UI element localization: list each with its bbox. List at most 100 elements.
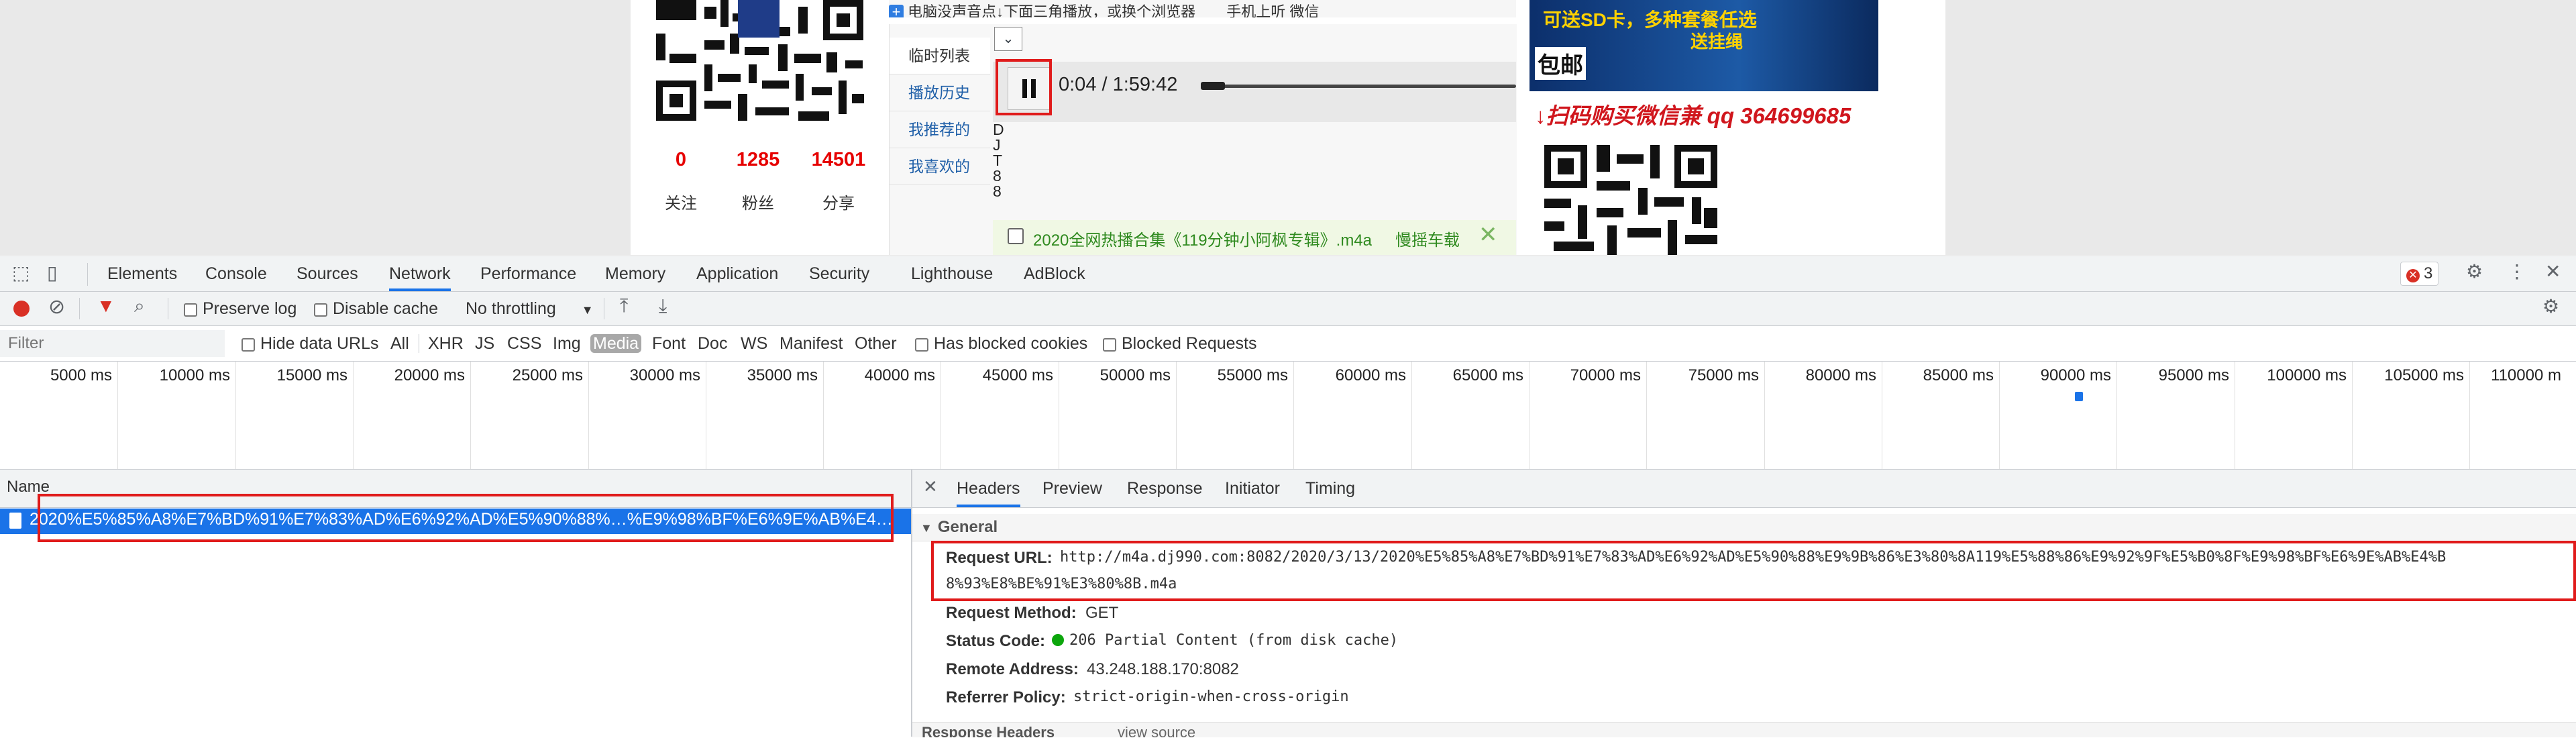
progress-track[interactable] xyxy=(1201,85,1516,88)
checkbox-box[interactable] xyxy=(314,303,327,317)
playlist-tab-temp[interactable]: 临时列表 xyxy=(890,38,990,74)
ad-free-shipping: 包邮 xyxy=(1535,47,1586,80)
stat-follow-label[interactable]: 关注 xyxy=(647,190,714,213)
filter-bar xyxy=(0,326,2576,362)
tab-console[interactable]: Console xyxy=(205,256,267,291)
timeline-tick-label: 5000 ms xyxy=(50,366,112,384)
more-options-icon[interactable]: ⋮ xyxy=(2508,260,2526,282)
song-checkbox[interactable] xyxy=(1008,228,1024,244)
tab-network[interactable]: Network xyxy=(389,256,451,291)
close-detail-icon[interactable]: ✕ xyxy=(923,476,938,497)
collapse-dropdown-icon[interactable]: ⌄ xyxy=(994,27,1022,51)
tab-sources[interactable]: Sources xyxy=(297,256,358,291)
timeline-tick-label: 35000 ms xyxy=(747,366,818,384)
timeline-gridline xyxy=(470,362,471,469)
type-filter-img[interactable]: Img xyxy=(553,326,581,361)
tab-memory[interactable]: Memory xyxy=(605,256,665,291)
hide-data-urls-checkbox[interactable]: Hide data URLs xyxy=(241,326,378,361)
type-filter-ws[interactable]: WS xyxy=(741,326,767,361)
vertical-char: 8 xyxy=(993,182,1002,200)
record-icon[interactable] xyxy=(13,301,30,317)
throttling-select[interactable]: No throttling ▼ xyxy=(466,292,594,325)
blocked-requests-checkbox[interactable]: Blocked Requests xyxy=(1103,326,1257,361)
plus-icon: + xyxy=(889,5,904,17)
notice-extra[interactable]: 手机上听 微信 xyxy=(1226,3,1319,17)
response-headers-section[interactable]: Response Headers view source xyxy=(912,722,2576,737)
tab-lighthouse[interactable]: Lighthouse xyxy=(911,256,993,291)
type-filter-doc[interactable]: Doc xyxy=(698,326,727,361)
type-filter-media[interactable]: Media xyxy=(590,326,642,361)
blocked-requests-label: Blocked Requests xyxy=(1122,334,1257,353)
settings-gear-icon[interactable]: ⚙ xyxy=(2466,260,2483,282)
checkbox-box[interactable] xyxy=(241,338,255,352)
hide-data-urls-label: Hide data URLs xyxy=(260,334,379,353)
highlight-box-request xyxy=(38,494,894,542)
stat-share-label[interactable]: 分享 xyxy=(802,190,875,213)
timeline-tick-label: 25000 ms xyxy=(512,366,583,384)
tab-security[interactable]: Security xyxy=(809,256,869,291)
request-method-key: Request Method: xyxy=(946,604,1077,622)
response-headers-title[interactable]: Response Headers xyxy=(922,724,1055,737)
detail-tab-headers[interactable]: Headers xyxy=(957,470,1020,507)
general-section-header[interactable] xyxy=(912,514,2576,541)
type-filter-all[interactable]: All xyxy=(390,326,409,361)
tab-performance[interactable]: Performance xyxy=(480,256,576,291)
detail-tab-initiator[interactable]: Initiator xyxy=(1225,470,1280,507)
detail-tab-response[interactable]: Response xyxy=(1127,470,1203,507)
type-filter-font[interactable]: Font xyxy=(652,326,686,361)
playlist-tab-liked[interactable]: 我喜欢的 xyxy=(890,148,990,185)
import-har-icon[interactable]: ⤒ xyxy=(620,295,628,317)
tab-adblock[interactable]: AdBlock xyxy=(1024,256,1085,291)
checkbox-box[interactable] xyxy=(184,303,197,317)
inspect-element-icon[interactable]: ⬚ xyxy=(12,262,30,284)
type-filter-xhr[interactable]: XHR xyxy=(428,326,464,361)
notice-text: 电脑没声音点↓下面三角播放，或换个浏览器 xyxy=(908,3,1196,17)
detail-tab-timing[interactable]: Timing xyxy=(1305,470,1355,507)
filter-input[interactable] xyxy=(0,330,225,357)
close-devtools-icon[interactable]: ✕ xyxy=(2545,260,2561,282)
network-settings-icon[interactable]: ⚙ xyxy=(2542,295,2559,317)
tab-elements[interactable]: Elements xyxy=(107,256,177,291)
remote-address-key: Remote Address: xyxy=(946,660,1079,678)
progress-thumb[interactable] xyxy=(1201,82,1225,90)
playlist-tab-history[interactable]: 播放历史 xyxy=(890,74,990,111)
clear-icon[interactable]: ⊘ xyxy=(48,295,65,319)
status-code-text: 206 Partial Content (from disk cache) xyxy=(1069,632,1399,649)
has-blocked-cookies-label: Has blocked cookies xyxy=(934,334,1088,353)
song-category[interactable]: 慢摇车载 xyxy=(1395,227,1460,250)
error-count-badge[interactable]: ✕ 3 xyxy=(2400,262,2439,286)
disable-cache-checkbox[interactable]: Disable cache xyxy=(314,292,438,325)
type-filter-js[interactable]: JS xyxy=(475,326,494,361)
search-icon[interactable]: ⌕ xyxy=(134,295,145,317)
detail-tab-preview[interactable]: Preview xyxy=(1042,470,1102,507)
timeline-gridline xyxy=(1411,362,1412,469)
timeline-tick-label: 60000 ms xyxy=(1335,366,1406,384)
preserve-log-checkbox[interactable]: Preserve log xyxy=(184,292,297,325)
timeline-tick-label: 85000 ms xyxy=(1923,366,1994,384)
stat-fans-count: 1285 xyxy=(736,149,780,170)
tab-application[interactable]: Application xyxy=(696,256,778,291)
playlist-tab-recommended[interactable]: 我推荐的 xyxy=(890,111,990,148)
general-label: General xyxy=(937,518,998,536)
player-notice: + 电脑没声音点↓下面三角播放，或换个浏览器 手机上听 微信 xyxy=(889,0,1516,17)
export-har-icon[interactable]: ⤓ xyxy=(659,295,667,317)
close-icon[interactable]: ✕ xyxy=(1479,221,1498,248)
timeline-gridline xyxy=(117,362,118,469)
timeline-tick-label: 95000 ms xyxy=(2158,366,2229,384)
has-blocked-cookies-checkbox[interactable]: Has blocked cookies xyxy=(915,326,1087,361)
type-filter-manifest[interactable]: Manifest xyxy=(780,326,843,361)
view-source-link[interactable]: view source xyxy=(1118,724,1195,737)
checkbox-box[interactable] xyxy=(1103,338,1116,352)
timeline-tick-label: 20000 ms xyxy=(394,366,465,384)
song-name[interactable]: 2020全网热播合集《119分钟小阿枫专辑》.m4a xyxy=(1033,227,1372,250)
stat-fans-label[interactable]: 粉丝 xyxy=(724,190,792,213)
type-filter-css[interactable]: CSS xyxy=(507,326,541,361)
general-section-title[interactable]: ▼ General xyxy=(920,518,998,537)
triangle-down-icon: ▼ xyxy=(920,521,932,535)
filter-funnel-icon[interactable]: ▼ xyxy=(97,295,115,317)
checkbox-box[interactable] xyxy=(915,338,928,352)
type-filter-other[interactable]: Other xyxy=(855,326,897,361)
media-chip[interactable]: Media xyxy=(590,334,642,353)
device-toolbar-icon[interactable]: ▯ xyxy=(47,262,57,284)
dropdown-arrow-icon: ▼ xyxy=(581,303,594,317)
